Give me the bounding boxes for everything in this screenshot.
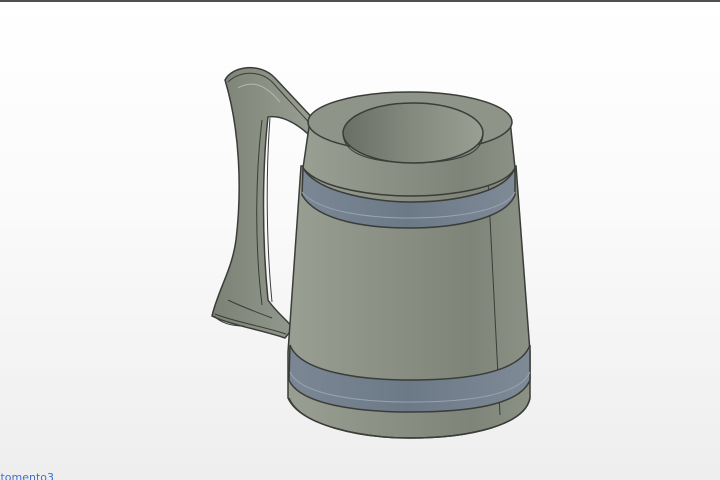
footer-link[interactable]: ...tomento3 <box>0 471 54 480</box>
tankard-body[interactable] <box>287 91 531 439</box>
tankard-model[interactable] <box>0 0 720 480</box>
handle-inner-edge-2 <box>266 117 273 303</box>
inner-opening <box>342 102 484 164</box>
3d-viewport[interactable]: ...tomento3 <box>0 0 720 480</box>
